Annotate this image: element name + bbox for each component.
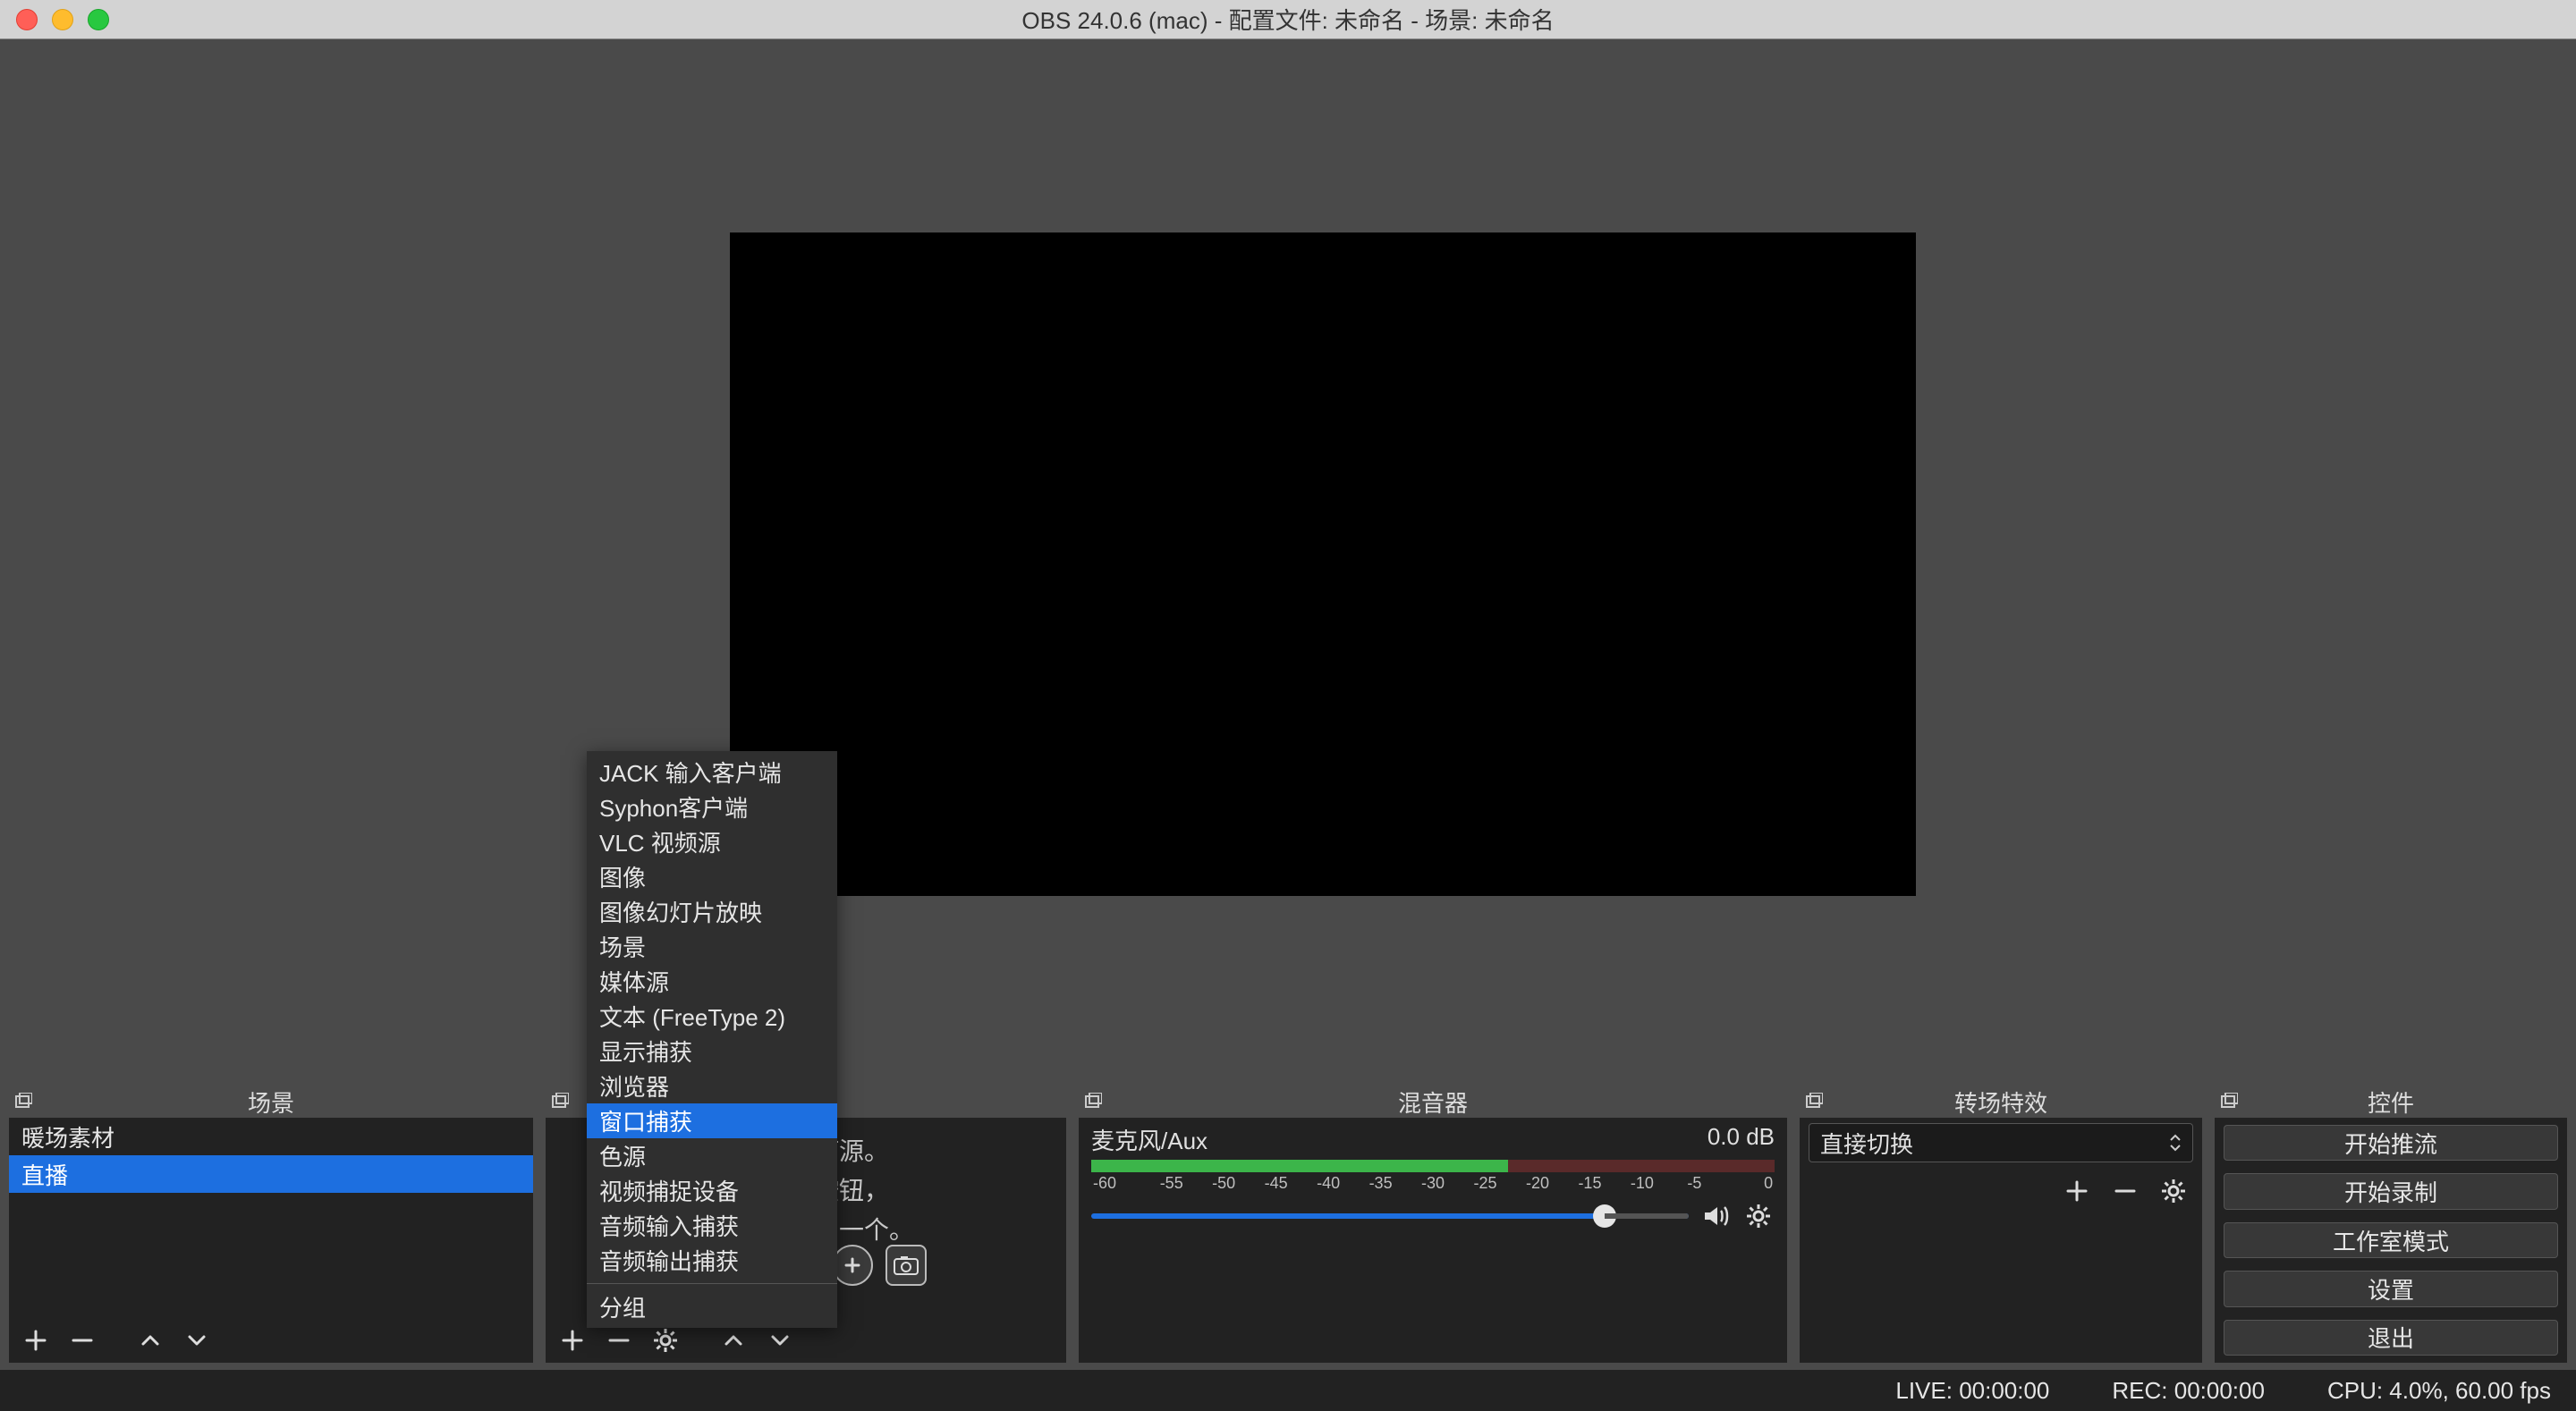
close-window-button[interactable] (16, 9, 38, 30)
controls-body: 开始推流 开始录制 工作室模式 设置 退出 (2215, 1118, 2567, 1363)
transitions-dock-title: 转场特效 (1800, 1086, 2202, 1119)
menu-separator (587, 1283, 837, 1284)
vu-meter (1091, 1160, 1775, 1172)
menu-item-media[interactable]: 媒体源 (587, 964, 837, 999)
start-record-button[interactable]: 开始录制 (2224, 1173, 2558, 1209)
gear-icon[interactable] (1742, 1200, 1775, 1232)
sources-hint-icons (832, 1245, 927, 1286)
mixer-dock-header: 混音器 (1079, 1086, 1787, 1118)
transitions-toolbar (1809, 1171, 2193, 1211)
scenes-dock-header: 场景 (9, 1086, 533, 1118)
remove-transition-button[interactable] (2106, 1171, 2145, 1211)
add-transition-button[interactable] (2057, 1171, 2097, 1211)
popout-icon[interactable] (2216, 1089, 2241, 1114)
menu-item-audio-output[interactable]: 音频输出捕获 (587, 1243, 837, 1278)
transitions-dock-header: 转场特效 (1800, 1086, 2202, 1118)
settings-button[interactable]: 设置 (2224, 1271, 2558, 1306)
menu-item-scene[interactable]: 场景 (587, 929, 837, 964)
menu-item-group[interactable]: 分组 (587, 1289, 837, 1324)
volume-slider[interactable] (1091, 1213, 1689, 1219)
mixer-channel: 麦克风/Aux 0.0 dB -60 -55 -50 -45 -40 -35 -… (1079, 1118, 1787, 1232)
menu-item-browser[interactable]: 浏览器 (587, 1069, 837, 1103)
scene-item[interactable]: 直播 (9, 1155, 533, 1193)
chevron-updown-icon (2169, 1133, 2182, 1153)
window-title: OBS 24.0.6 (mac) - 配置文件: 未命名 - 场景: 未命名 (0, 3, 2576, 36)
menu-item-color-source[interactable]: 色源 (587, 1138, 837, 1173)
titlebar: OBS 24.0.6 (mac) - 配置文件: 未命名 - 场景: 未命名 (0, 0, 2576, 39)
sources-empty-line: 按钮， (814, 1171, 1066, 1211)
mixer-dock-title: 混音器 (1079, 1086, 1787, 1119)
transitions-dock: 转场特效 直接切换 (1800, 1086, 2202, 1363)
mixer-body: 麦克风/Aux 0.0 dB -60 -55 -50 -45 -40 -35 -… (1079, 1118, 1787, 1363)
scenes-dock-title: 场景 (9, 1086, 533, 1119)
status-cpu: CPU: 4.0%, 60.00 fps (2327, 1377, 2551, 1405)
help-camera-icon (886, 1245, 927, 1286)
mixer-dock: 混音器 麦克风/Aux 0.0 dB -60 -55 -50 -45 -40 -… (1079, 1086, 1787, 1363)
popout-icon[interactable] (11, 1089, 36, 1114)
scenes-dock: 场景 暖场素材 直播 (9, 1086, 533, 1363)
help-plus-icon (832, 1245, 873, 1286)
speaker-icon[interactable] (1699, 1200, 1732, 1232)
transition-select[interactable]: 直接切换 (1809, 1123, 2193, 1162)
minimize-window-button[interactable] (52, 9, 73, 30)
popout-icon[interactable] (547, 1089, 572, 1114)
sources-empty-line: 何源。 (814, 1132, 1066, 1171)
scenes-toolbar (9, 1318, 533, 1363)
popout-icon[interactable] (1801, 1089, 1826, 1114)
menu-item-syphon[interactable]: Syphon客户端 (587, 790, 837, 824)
menu-item-text[interactable]: 文本 (FreeType 2) (587, 999, 837, 1034)
controls-dock-header: 控件 (2215, 1086, 2567, 1118)
menu-item-vlc[interactable]: VLC 视频源 (587, 824, 837, 859)
mixer-channel-name: 麦克风/Aux (1091, 1123, 1208, 1156)
scene-item[interactable]: 暖场素材 (9, 1118, 533, 1155)
studio-mode-button[interactable]: 工作室模式 (2224, 1222, 2558, 1258)
transition-settings-button[interactable] (2154, 1171, 2193, 1211)
controls-dock: 控件 开始推流 开始录制 工作室模式 设置 退出 (2215, 1086, 2567, 1363)
scenes-list: 暖场素材 直播 (9, 1118, 533, 1318)
transition-selected-label: 直接切换 (1820, 1127, 1913, 1160)
docks-row: 场景 暖场素材 直播 来源 (9, 1086, 2567, 1363)
add-scene-button[interactable] (16, 1321, 55, 1360)
controls-dock-title: 控件 (2215, 1086, 2567, 1119)
menu-item-window-capture[interactable]: 窗口捕获 (587, 1103, 837, 1138)
menu-item-jack[interactable]: JACK 输入客户端 (587, 755, 837, 790)
mixer-slider-row (1091, 1200, 1775, 1232)
start-stream-button[interactable]: 开始推流 (2224, 1125, 2558, 1161)
status-rec: REC: 00:00:00 (2112, 1377, 2265, 1405)
volume-slider-knob[interactable] (1593, 1204, 1616, 1228)
preview-area (0, 39, 2576, 1078)
statusbar: LIVE: 00:00:00 REC: 00:00:00 CPU: 4.0%, … (0, 1370, 2576, 1411)
move-scene-up-button[interactable] (131, 1321, 170, 1360)
preview-canvas[interactable] (730, 232, 1916, 896)
vu-ticks: -60 -55 -50 -45 -40 -35 -30 -25 -20 -15 … (1091, 1174, 1775, 1193)
menu-item-slideshow[interactable]: 图像幻灯片放映 (587, 894, 837, 929)
move-scene-down-button[interactable] (177, 1321, 216, 1360)
menu-item-image[interactable]: 图像 (587, 859, 837, 894)
menu-item-audio-input[interactable]: 音频输入捕获 (587, 1208, 837, 1243)
menu-item-video-capture[interactable]: 视频捕捉设备 (587, 1173, 837, 1208)
remove-scene-button[interactable] (63, 1321, 102, 1360)
menu-item-display-capture[interactable]: 显示捕获 (587, 1034, 837, 1069)
mixer-channel-level: 0.0 dB (1707, 1123, 1775, 1156)
traffic-lights (0, 9, 109, 30)
transitions-body: 直接切换 (1800, 1118, 2202, 1363)
zoom-window-button[interactable] (88, 9, 109, 30)
status-live: LIVE: 00:00:00 (1895, 1377, 2049, 1405)
exit-button[interactable]: 退出 (2224, 1320, 2558, 1356)
popout-icon[interactable] (1080, 1089, 1106, 1114)
add-source-context-menu: JACK 输入客户端 Syphon客户端 VLC 视频源 图像 图像幻灯片放映 … (587, 751, 837, 1328)
